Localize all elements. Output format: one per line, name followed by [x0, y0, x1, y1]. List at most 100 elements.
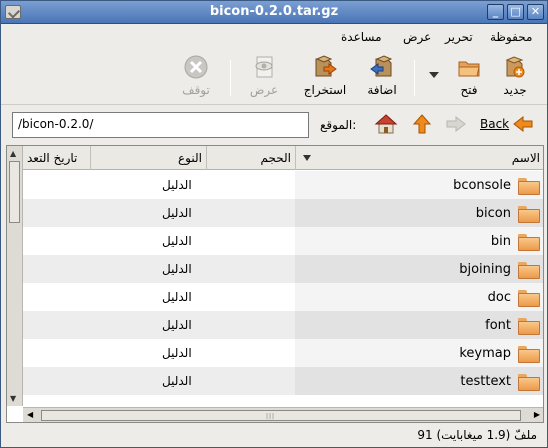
view-label: عرض — [249, 83, 279, 97]
folder-icon — [518, 290, 540, 307]
column-header-name[interactable]: الاسم — [295, 146, 543, 170]
folder-icon — [518, 234, 540, 251]
row-type: الدليل — [162, 206, 192, 220]
close-button[interactable]: ✕ — [527, 4, 544, 20]
menubar: محفوظة تحرير عرض مساعدة — [1, 24, 547, 50]
view-file-icon — [251, 54, 277, 80]
row-type: الدليل — [162, 178, 192, 192]
new-archive-icon — [502, 54, 528, 80]
folder-icon — [518, 374, 540, 391]
table-row[interactable]: الدليل testtext — [23, 367, 543, 395]
location-input[interactable]: /bicon-0.2.0/ — [12, 112, 309, 138]
folder-icon — [518, 346, 540, 363]
column-header-size[interactable]: الحجم — [206, 146, 295, 170]
back-arrow-icon — [513, 115, 533, 133]
open-recent-dropdown-icon[interactable] — [429, 72, 439, 78]
menu-file[interactable]: محفوظة — [490, 30, 532, 44]
row-type: الدليل — [162, 346, 192, 360]
maximize-button[interactable]: □ — [507, 4, 524, 20]
scroll-down-icon[interactable]: ▼ — [10, 394, 16, 403]
new-button[interactable]: جديد — [495, 54, 535, 101]
up-arrow-icon[interactable] — [412, 113, 432, 135]
scroll-left-icon[interactable]: ◀ — [27, 410, 33, 419]
row-type: الدليل — [162, 374, 192, 388]
sort-descending-icon — [303, 155, 311, 161]
row-name: font — [485, 318, 511, 333]
location-label: الموقع: — [320, 118, 357, 132]
archive-manager-window: bicon-0.2.0.tar.gz _ □ ✕ محفوظة تحرير عر… — [0, 0, 548, 448]
add-files-icon — [369, 54, 395, 80]
menu-help[interactable]: مساعدة — [341, 30, 382, 44]
row-name-cell: bjoining — [295, 255, 543, 283]
row-name: bconsole — [453, 178, 511, 193]
window-title: bicon-0.2.0.tar.gz — [209, 4, 339, 19]
table-row[interactable]: الدليل bconsole — [23, 171, 543, 199]
toolbar: جديد فتح اضافة استخراج عرض توقف — [1, 50, 547, 105]
stop-label: توقف — [182, 83, 210, 97]
horizontal-scrollbar[interactable]: ◀ ||| ▶ — [23, 407, 543, 422]
vertical-scrollbar[interactable]: ▲ ▼ — [7, 146, 23, 406]
scroll-up-icon[interactable]: ▲ — [10, 149, 16, 158]
folder-icon — [518, 178, 540, 195]
stop-icon — [183, 54, 209, 80]
row-name: bicon — [475, 206, 511, 221]
row-name: keymap — [459, 346, 511, 361]
new-label: جديد — [503, 83, 527, 97]
table-row[interactable]: الدليل bjoining — [23, 255, 543, 283]
table-row[interactable]: الدليل doc — [23, 283, 543, 311]
add-button[interactable]: اضافة — [359, 54, 405, 101]
table-row[interactable]: الدليل bicon — [23, 199, 543, 227]
table-row[interactable]: الدليل keymap — [23, 339, 543, 367]
file-rows: الدليل bconsole الدليل bicon الدليل bin — [23, 171, 543, 395]
row-name-cell: bicon — [295, 199, 543, 227]
back-label: Back — [480, 117, 510, 131]
table-row[interactable]: الدليل bin — [23, 227, 543, 255]
row-name-cell: doc — [295, 283, 543, 311]
row-name: testtext — [460, 374, 511, 389]
extract-label: استخراج — [303, 83, 347, 97]
row-name-cell: keymap — [295, 339, 543, 367]
scroll-right-icon[interactable]: ▶ — [534, 410, 540, 419]
row-type: الدليل — [162, 318, 192, 332]
toolbar-separator — [230, 60, 231, 96]
open-label: فتح — [460, 83, 478, 97]
stop-button[interactable]: توقف — [177, 54, 215, 101]
add-label: اضافة — [367, 83, 397, 97]
row-name-cell: bconsole — [295, 171, 543, 199]
row-name: doc — [487, 290, 511, 305]
home-icon[interactable] — [374, 113, 398, 135]
column-header-type[interactable]: النوع — [90, 146, 206, 170]
list-header: تاريخ التعد النوع الحجم الاسم — [23, 146, 543, 170]
row-name: bjoining — [459, 262, 511, 277]
row-name-cell: testtext — [295, 367, 543, 395]
minimize-button[interactable]: _ — [487, 4, 504, 20]
vertical-scroll-thumb[interactable] — [9, 161, 20, 223]
row-name-cell: bin — [295, 227, 543, 255]
column-header-date[interactable]: تاريخ التعد — [23, 146, 90, 170]
file-list: ▲ ▼ تاريخ التعد النوع الحجم الاسم الدليل… — [6, 145, 544, 423]
open-folder-icon — [456, 54, 482, 80]
row-name: bin — [490, 234, 511, 249]
view-button[interactable]: عرض — [245, 54, 283, 101]
folder-icon — [518, 318, 540, 335]
extract-icon — [312, 54, 338, 80]
location-bar: Back الموقع: /bicon-0.2.0/ — [1, 106, 547, 143]
titlebar[interactable]: bicon-0.2.0.tar.gz _ □ ✕ — [1, 1, 547, 24]
grip-icon: ||| — [266, 413, 276, 420]
table-row[interactable]: الدليل font — [23, 311, 543, 339]
menu-edit[interactable]: تحرير — [445, 30, 473, 44]
status-text: 91 ملفّ (1.9 ميغابايت) — [417, 428, 537, 442]
row-type: الدليل — [162, 234, 192, 248]
toolbar-separator — [414, 60, 415, 96]
back-button[interactable]: Back — [480, 115, 533, 133]
row-type: الدليل — [162, 290, 192, 304]
extract-button[interactable]: استخراج — [299, 54, 351, 101]
row-name-cell: font — [295, 311, 543, 339]
statusbar: 91 ملفّ (1.9 ميغابايت) — [1, 425, 547, 447]
folder-icon — [518, 262, 540, 279]
horizontal-scroll-thumb[interactable]: ||| — [41, 410, 521, 421]
open-button[interactable]: فتح — [449, 54, 489, 101]
forward-arrow-icon[interactable] — [445, 114, 467, 134]
menu-view[interactable]: عرض — [403, 30, 431, 44]
row-type: الدليل — [162, 262, 192, 276]
